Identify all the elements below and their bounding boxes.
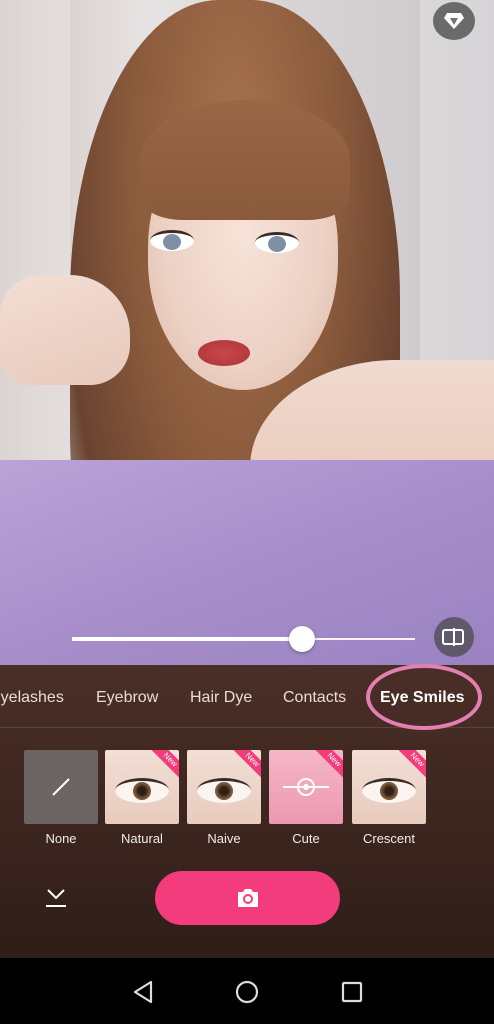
nav-recents-button[interactable] bbox=[334, 974, 370, 1010]
style-label-none: None bbox=[45, 831, 77, 846]
tab-eyelashes[interactable]: Eyelashes bbox=[0, 689, 64, 707]
hand bbox=[0, 275, 130, 385]
intensity-slider-thumb[interactable] bbox=[288, 626, 315, 652]
premium-button[interactable] bbox=[433, 2, 475, 40]
style-label-crescent: Crescent bbox=[362, 831, 416, 846]
compare-icon bbox=[442, 628, 464, 646]
style-label-naive: Naive bbox=[207, 831, 241, 846]
left-eye bbox=[150, 230, 194, 251]
recents-square-icon bbox=[341, 981, 363, 1003]
new-badge: New bbox=[230, 750, 261, 782]
sweater bbox=[0, 460, 494, 665]
slash-icon bbox=[52, 778, 70, 796]
nav-home-button[interactable] bbox=[229, 974, 265, 1010]
camera-icon bbox=[237, 889, 258, 907]
style-tile-crescent[interactable]: New bbox=[352, 750, 426, 824]
style-tile-natural[interactable]: New bbox=[105, 750, 179, 824]
active-tab-highlight-ring bbox=[366, 664, 482, 730]
right-eye bbox=[255, 232, 299, 253]
lips bbox=[198, 340, 250, 366]
style-label-natural: Natural bbox=[121, 831, 163, 846]
tab-hair-dye[interactable]: Hair Dye bbox=[190, 689, 252, 707]
diamond-icon bbox=[444, 13, 464, 29]
photo-preview bbox=[0, 0, 494, 665]
tab-contacts[interactable]: Contacts bbox=[283, 689, 346, 707]
new-badge: New bbox=[395, 750, 426, 782]
download-button[interactable] bbox=[44, 884, 68, 910]
bangs bbox=[140, 100, 350, 220]
nav-back-button[interactable] bbox=[125, 974, 161, 1010]
eye-thumbnail bbox=[362, 778, 416, 803]
style-tile-cute[interactable]: New bbox=[269, 750, 343, 824]
eye-thumbnail bbox=[115, 778, 169, 803]
system-navigation-bar bbox=[0, 958, 494, 1024]
eye-thumbnail bbox=[197, 778, 251, 803]
style-tile-naive[interactable]: New bbox=[187, 750, 261, 824]
back-triangle-icon bbox=[133, 980, 153, 1004]
intensity-slider-fill bbox=[72, 637, 302, 641]
tab-eyebrow[interactable]: Eyebrow bbox=[96, 689, 158, 707]
capture-button[interactable] bbox=[155, 871, 340, 925]
home-circle-icon bbox=[235, 980, 259, 1004]
compare-button[interactable] bbox=[434, 617, 474, 657]
style-label-cute: Cute bbox=[292, 831, 320, 846]
download-icon bbox=[46, 889, 66, 907]
new-badge: New bbox=[148, 750, 179, 782]
style-tile-none[interactable] bbox=[24, 750, 98, 824]
